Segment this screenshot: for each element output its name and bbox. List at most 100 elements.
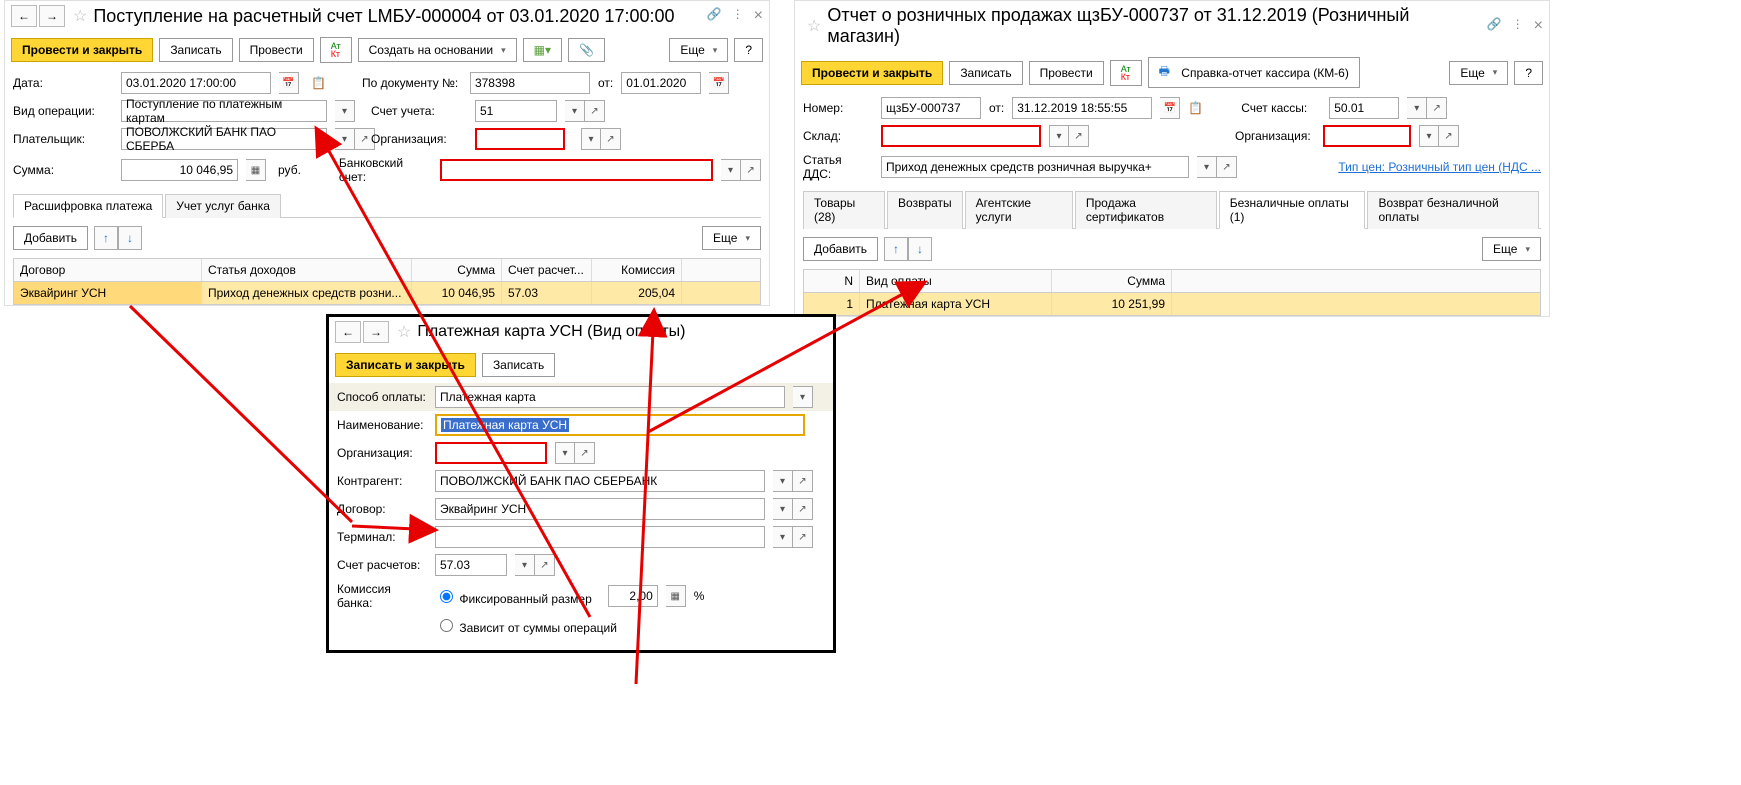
back-button[interactable]: ← <box>335 321 361 343</box>
table-row[interactable]: Эквайринг УСН Приход денежных средств ро… <box>14 282 760 304</box>
back-button[interactable]: ← <box>11 5 37 27</box>
cash-input[interactable]: 50.01 <box>1329 97 1399 119</box>
method-input[interactable]: Платежная карта <box>435 386 785 408</box>
forward-button[interactable]: → <box>363 321 389 343</box>
open-icon[interactable]: ↗ <box>601 128 621 150</box>
tab-bank-services[interactable]: Учет услуг банка <box>165 194 281 218</box>
org-input[interactable] <box>475 128 565 150</box>
dropdown-icon[interactable]: ▾ <box>1049 125 1069 147</box>
more-button[interactable]: Еще <box>1449 61 1508 85</box>
tab-goods[interactable]: Товары (28) <box>803 191 885 229</box>
dropdown-icon[interactable]: ▾ <box>721 159 741 181</box>
close-icon[interactable]: × <box>1534 17 1543 35</box>
calendar-icon[interactable]: 📅 <box>279 72 299 94</box>
dtkt-button[interactable]: АтКт <box>320 37 352 63</box>
col-amount[interactable]: Сумма <box>412 259 502 281</box>
commission-fixed-radio[interactable]: Фиксированный размер <box>435 587 592 606</box>
open-icon[interactable]: ↗ <box>535 554 555 576</box>
more-button[interactable]: Еще <box>669 38 728 62</box>
create-based-button[interactable]: Создать на основании <box>358 38 517 62</box>
tab-cashless-return[interactable]: Возврат безналичной оплаты <box>1367 191 1539 229</box>
tab-payment-detail[interactable]: Расшифровка платежа <box>13 194 163 218</box>
dropdown-icon[interactable]: ▾ <box>581 128 601 150</box>
dropdown-icon[interactable]: ▾ <box>555 442 575 464</box>
payer-input[interactable]: ПОВОЛЖСКИЙ БАНК ПАО СБЕРБА <box>121 128 327 150</box>
col-settlement-account[interactable]: Счет расчет... <box>502 259 592 281</box>
move-down-button[interactable]: ↓ <box>118 226 142 250</box>
dropdown-icon[interactable]: ▾ <box>335 100 355 122</box>
price-type-link[interactable]: Тип цен: Розничный тип цен (НДС ... <box>1338 160 1541 174</box>
help-button[interactable]: ? <box>1514 61 1543 85</box>
post-button[interactable]: Провести <box>1029 61 1104 85</box>
date-input[interactable]: 03.01.2020 17:00:00 <box>121 72 271 94</box>
tab-certificates[interactable]: Продажа сертификатов <box>1075 191 1217 229</box>
amount-input[interactable]: 10 046,95 <box>121 159 238 181</box>
add-button[interactable]: Добавить <box>13 226 88 250</box>
dtkt-button[interactable]: АтКт <box>1110 60 1142 86</box>
contractor-input[interactable]: ПОВОЛЖСКИЙ БАНК ПАО СБЕРБАНК <box>435 470 765 492</box>
move-up-button[interactable]: ↑ <box>884 237 908 261</box>
move-down-button[interactable]: ↓ <box>908 237 932 261</box>
forward-button[interactable]: → <box>39 5 65 27</box>
help-button[interactable]: ? <box>734 38 763 62</box>
dropdown-icon[interactable]: ▾ <box>773 526 793 548</box>
col-contract[interactable]: Договор <box>14 259 202 281</box>
calendar-icon-2[interactable]: 📅 <box>709 72 729 94</box>
dropdown-icon[interactable]: ▾ <box>565 100 585 122</box>
open-icon[interactable]: ↗ <box>1439 125 1459 147</box>
dds-input[interactable]: Приход денежных средств розничная выручк… <box>881 156 1189 178</box>
calendar-icon[interactable]: 📅 <box>1160 97 1180 119</box>
from-input[interactable]: 31.12.2019 18:55:55 <box>1012 97 1152 119</box>
open-icon[interactable]: ↗ <box>1069 125 1089 147</box>
org-input[interactable] <box>435 442 547 464</box>
open-icon[interactable]: ↗ <box>1217 156 1237 178</box>
name-input[interactable]: Платежная карта УСН <box>435 414 805 436</box>
commission-value-input[interactable]: 2,00 <box>608 585 658 607</box>
calc-icon[interactable]: ▦ <box>666 585 686 607</box>
open-icon[interactable]: ↗ <box>585 100 605 122</box>
attachments-button[interactable]: 📎 <box>568 38 605 62</box>
col-n[interactable]: N <box>804 270 860 292</box>
more-vert-icon[interactable]: ⋮ <box>732 7 744 25</box>
link-icon[interactable]: 🔗 <box>1487 17 1502 35</box>
table-row[interactable]: 1 Платежная карта УСН 10 251,99 <box>804 293 1540 315</box>
warehouse-input[interactable] <box>881 125 1041 147</box>
post-and-close-button[interactable]: Провести и закрыть <box>801 61 943 85</box>
contract-input[interactable]: Эквайринг УСН <box>435 498 765 520</box>
move-up-button[interactable]: ↑ <box>94 226 118 250</box>
open-icon[interactable]: ↗ <box>793 526 813 548</box>
optype-input[interactable]: Поступление по платежным картам <box>121 100 327 122</box>
col-sum[interactable]: Сумма <box>1052 270 1172 292</box>
tab-agent[interactable]: Агентские услуги <box>965 191 1073 229</box>
km6-report-button[interactable]: 🖶 Справка-отчет кассира (КМ-6) <box>1148 57 1360 88</box>
org-input[interactable] <box>1323 125 1411 147</box>
post-button[interactable]: Провести <box>239 38 314 62</box>
dropdown-icon[interactable]: ▾ <box>1407 97 1427 119</box>
post-and-close-button[interactable]: Провести и закрыть <box>11 38 153 62</box>
col-commission[interactable]: Комиссия <box>592 259 682 281</box>
calc-icon[interactable]: ▦ <box>246 159 266 181</box>
acct-input[interactable]: 51 <box>475 100 557 122</box>
table-more-button[interactable]: Еще <box>1482 237 1541 261</box>
check-icon[interactable]: 📋 <box>1188 101 1203 115</box>
open-icon[interactable]: ↗ <box>575 442 595 464</box>
bankacc-input[interactable] <box>440 159 713 181</box>
dropdown-icon[interactable]: ▾ <box>335 128 355 150</box>
col-income-article[interactable]: Статья доходов <box>202 259 412 281</box>
num-input[interactable]: щзБУ-000737 <box>881 97 981 119</box>
col-payment-type[interactable]: Вид оплаты <box>860 270 1052 292</box>
dropdown-icon[interactable]: ▾ <box>1197 156 1217 178</box>
docnum-input[interactable]: 378398 <box>470 72 590 94</box>
write-and-close-button[interactable]: Записать и закрыть <box>335 353 476 377</box>
dropdown-icon[interactable]: ▾ <box>793 386 813 408</box>
terminal-input[interactable] <box>435 526 765 548</box>
favorite-star-icon[interactable]: ☆ <box>73 6 87 26</box>
more-vert-icon[interactable]: ⋮ <box>1512 17 1524 35</box>
write-button[interactable]: Записать <box>159 38 232 62</box>
acct-input[interactable]: 57.03 <box>435 554 507 576</box>
open-icon[interactable]: ↗ <box>741 159 761 181</box>
dropdown-icon[interactable]: ▾ <box>1419 125 1439 147</box>
tab-cashless[interactable]: Безналичные оплаты (1) <box>1219 191 1366 229</box>
docfrom-input[interactable]: 01.01.2020 <box>621 72 701 94</box>
shield-dropdown-button[interactable]: ▦▾ <box>523 38 562 62</box>
